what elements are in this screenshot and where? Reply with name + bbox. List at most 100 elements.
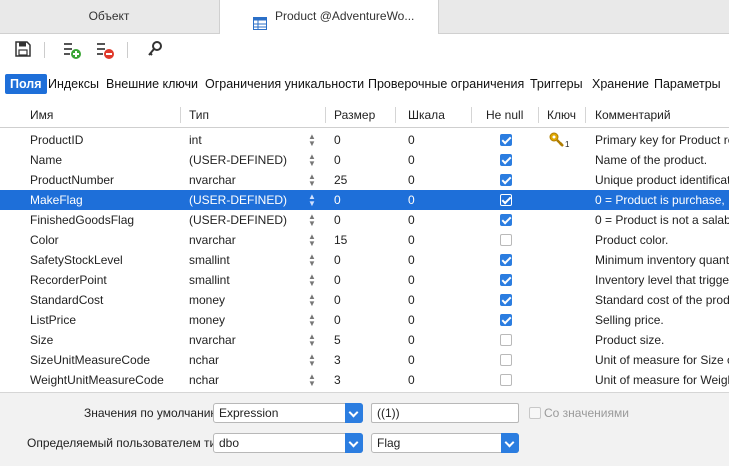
field-comment-cell[interactable]: Unique product identificat (595, 170, 729, 190)
tab-object[interactable]: Объект (0, 0, 218, 33)
field-type-cell[interactable]: money (189, 310, 299, 330)
field-type-cell[interactable]: nvarchar (189, 170, 299, 190)
table-row[interactable]: StandardCost money ▲ ▼ 0 0 Standard cost of th… (0, 290, 729, 310)
field-scale-cell[interactable]: 0 (408, 170, 458, 190)
field-size-cell[interactable]: 3 (334, 350, 384, 370)
not-null-cell[interactable] (500, 190, 514, 210)
default-value-input[interactable]: ((1)) (371, 403, 519, 423)
field-size-cell[interactable]: 0 (334, 190, 384, 210)
field-size-cell[interactable]: 0 (334, 290, 384, 310)
field-scale-cell[interactable]: 0 (408, 150, 458, 170)
field-comment-cell[interactable]: 0 = Product is purchase, 1= (595, 190, 729, 210)
type-spinner-icon[interactable]: ▲ ▼ (308, 150, 316, 170)
field-comment-cell[interactable]: 0 = Product is not a salable (595, 210, 729, 230)
column-header-size[interactable]: Размер (334, 103, 375, 127)
field-comment-cell[interactable]: Product color. (595, 230, 729, 250)
tab-unique-constraints[interactable]: Ограничения уникальности (205, 74, 364, 94)
table-row[interactable]: ListPrice money ▲ ▼ 0 0 Selling price. (0, 310, 729, 330)
column-header-key[interactable]: Ключ (547, 103, 576, 127)
field-size-cell[interactable]: 0 (334, 150, 384, 170)
column-divider[interactable] (585, 107, 586, 123)
field-size-cell[interactable]: 25 (334, 170, 384, 190)
not-null-cell[interactable] (500, 170, 514, 190)
field-scale-cell[interactable]: 0 (408, 310, 458, 330)
field-scale-cell[interactable]: 0 (408, 290, 458, 310)
field-type-cell[interactable]: smallint (189, 250, 299, 270)
not-null-checkbox[interactable] (500, 374, 512, 386)
key-cell[interactable] (549, 270, 571, 290)
key-cell[interactable] (549, 250, 571, 270)
field-size-cell[interactable]: 0 (334, 210, 384, 230)
field-type-cell[interactable]: nvarchar (189, 330, 299, 350)
field-comment-cell[interactable]: Product size. (595, 330, 729, 350)
key-cell[interactable] (549, 170, 571, 190)
type-spinner-icon[interactable]: ▲ ▼ (308, 170, 316, 190)
udt-type-select[interactable]: Flag (371, 433, 519, 453)
column-header-not-null[interactable]: Не null (486, 103, 523, 127)
field-comment-cell[interactable]: Standard cost of the produ (595, 290, 729, 310)
not-null-checkbox[interactable] (500, 214, 512, 226)
type-spinner-icon[interactable]: ▲ ▼ (308, 350, 316, 370)
field-type-cell[interactable]: (USER-DEFINED) (189, 150, 299, 170)
field-type-cell[interactable]: (USER-DEFINED) (189, 190, 299, 210)
type-spinner-icon[interactable]: ▲ ▼ (308, 190, 316, 210)
field-scale-cell[interactable]: 0 (408, 250, 458, 270)
type-spinner-icon[interactable]: ▲ ▼ (308, 310, 316, 330)
not-null-checkbox[interactable] (500, 274, 512, 286)
table-row[interactable]: SafetyStockLevel smallint ▲ ▼ 0 0 Minimum inve… (0, 250, 729, 270)
field-name-cell[interactable]: StandardCost (30, 290, 180, 310)
field-type-cell[interactable]: nchar (189, 370, 299, 390)
field-name-cell[interactable]: Size (30, 330, 180, 350)
field-type-cell[interactable]: (USER-DEFINED) (189, 210, 299, 230)
primary-key-icon[interactable] (146, 40, 166, 60)
table-row[interactable]: MakeFlag (USER-DEFINED) ▲ ▼ 0 0 0 = Product is… (0, 190, 729, 210)
chevron-down-icon[interactable] (501, 433, 519, 453)
field-scale-cell[interactable]: 0 (408, 190, 458, 210)
chevron-down-icon[interactable] (345, 403, 363, 423)
not-null-checkbox[interactable] (500, 174, 512, 186)
not-null-cell[interactable] (500, 310, 514, 330)
field-scale-cell[interactable]: 0 (408, 210, 458, 230)
field-type-cell[interactable]: int (189, 130, 299, 150)
not-null-checkbox[interactable] (500, 234, 512, 246)
remove-field-icon[interactable] (95, 40, 115, 60)
tab-product[interactable]: Product @AdventureWo... (219, 0, 439, 34)
field-name-cell[interactable]: ListPrice (30, 310, 180, 330)
field-size-cell[interactable]: 0 (334, 310, 384, 330)
type-spinner-icon[interactable]: ▲ ▼ (308, 230, 316, 250)
field-size-cell[interactable]: 0 (334, 270, 384, 290)
field-name-cell[interactable]: RecorderPoint (30, 270, 180, 290)
not-null-checkbox[interactable] (500, 194, 512, 206)
not-null-checkbox[interactable] (500, 154, 512, 166)
type-spinner-icon[interactable]: ▲ ▼ (308, 130, 316, 150)
field-scale-cell[interactable]: 0 (408, 230, 458, 250)
key-cell[interactable] (549, 230, 571, 250)
tab-triggers[interactable]: Триггеры (530, 74, 583, 94)
table-row[interactable]: ProductNumber nvarchar ▲ ▼ 25 0 Unique product… (0, 170, 729, 190)
tab-foreign-keys[interactable]: Внешние ключи (106, 74, 198, 94)
key-cell[interactable] (549, 290, 571, 310)
table-row[interactable]: Name (USER-DEFINED) ▲ ▼ 0 0 Name of the produc… (0, 150, 729, 170)
field-scale-cell[interactable]: 0 (408, 350, 458, 370)
tab-indexes[interactable]: Индексы (48, 74, 99, 94)
field-type-cell[interactable]: money (189, 290, 299, 310)
with-values-checkbox[interactable] (529, 407, 541, 419)
field-size-cell[interactable]: 0 (334, 250, 384, 270)
field-name-cell[interactable]: FinishedGoodsFlag (30, 210, 180, 230)
column-divider[interactable] (325, 107, 326, 123)
chevron-down-icon[interactable] (345, 433, 363, 453)
field-name-cell[interactable]: SafetyStockLevel (30, 250, 180, 270)
key-cell[interactable]: 1 (549, 130, 571, 150)
field-size-cell[interactable]: 15 (334, 230, 384, 250)
not-null-cell[interactable] (500, 350, 514, 370)
not-null-checkbox[interactable] (500, 254, 512, 266)
table-row[interactable]: Size nvarchar ▲ ▼ 5 0 Product size. (0, 330, 729, 350)
type-spinner-icon[interactable]: ▲ ▼ (308, 210, 316, 230)
field-comment-cell[interactable]: Name of the product. (595, 150, 729, 170)
field-scale-cell[interactable]: 0 (408, 270, 458, 290)
field-name-cell[interactable]: Color (30, 230, 180, 250)
field-comment-cell[interactable]: Inventory level that trigger (595, 270, 729, 290)
table-row[interactable]: Color nvarchar ▲ ▼ 15 0 Product color. (0, 230, 729, 250)
type-spinner-icon[interactable]: ▲ ▼ (308, 250, 316, 270)
field-type-cell[interactable]: nvarchar (189, 230, 299, 250)
